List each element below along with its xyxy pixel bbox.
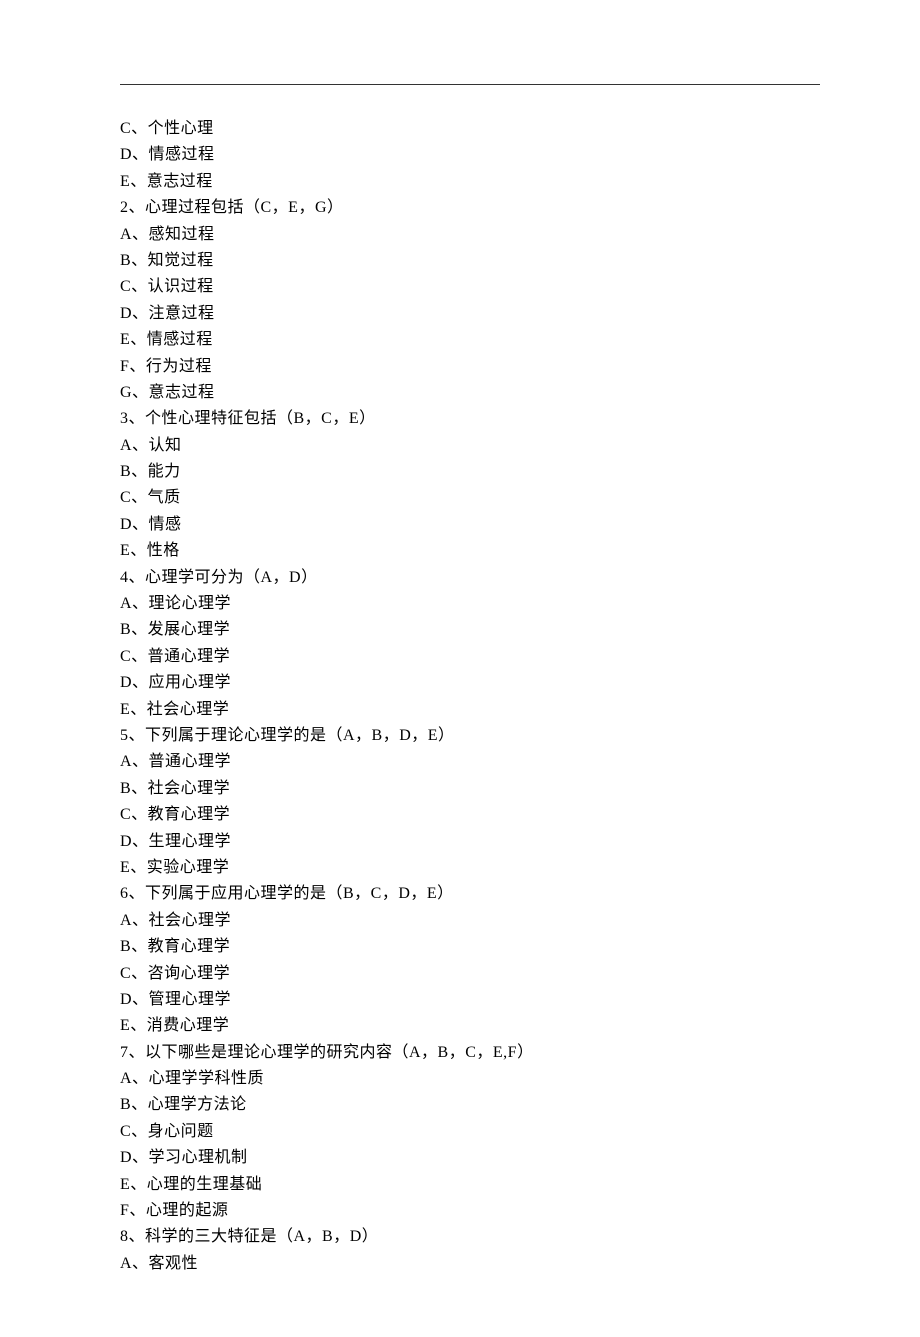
text-line: C、咨询心理学 xyxy=(120,961,800,987)
text-line: D、情感过程 xyxy=(120,142,800,168)
text-line: D、情感 xyxy=(120,512,800,538)
text-line: E、消费心理学 xyxy=(120,1013,800,1039)
text-line: B、能力 xyxy=(120,459,800,485)
text-line: 7、以下哪些是理论心理学的研究内容（A，B，C，E,F） xyxy=(120,1040,800,1066)
text-line: 6、下列属于应用心理学的是（B，C，D，E） xyxy=(120,881,800,907)
text-line: D、注意过程 xyxy=(120,301,800,327)
text-line: D、管理心理学 xyxy=(120,987,800,1013)
text-line: E、实验心理学 xyxy=(120,855,800,881)
text-line: C、认识过程 xyxy=(120,274,800,300)
text-line: G、意志过程 xyxy=(120,380,800,406)
text-line: E、意志过程 xyxy=(120,169,800,195)
text-line: C、气质 xyxy=(120,485,800,511)
header-rule xyxy=(120,84,820,85)
text-line: B、发展心理学 xyxy=(120,617,800,643)
text-line: B、知觉过程 xyxy=(120,248,800,274)
text-line: E、社会心理学 xyxy=(120,697,800,723)
text-line: C、身心问题 xyxy=(120,1119,800,1145)
text-line: E、情感过程 xyxy=(120,327,800,353)
text-line: E、心理的生理基础 xyxy=(120,1172,800,1198)
text-line: 3、个性心理特征包括（B，C，E） xyxy=(120,406,800,432)
text-line: 4、心理学可分为（A，D） xyxy=(120,565,800,591)
text-line: E、性格 xyxy=(120,538,800,564)
text-line: A、普通心理学 xyxy=(120,749,800,775)
text-line: 5、下列属于理论心理学的是（A，B，D，E） xyxy=(120,723,800,749)
text-line: A、客观性 xyxy=(120,1251,800,1277)
text-line: C、普通心理学 xyxy=(120,644,800,670)
text-line: A、理论心理学 xyxy=(120,591,800,617)
text-line: B、社会心理学 xyxy=(120,776,800,802)
text-line: F、行为过程 xyxy=(120,354,800,380)
text-line: A、感知过程 xyxy=(120,222,800,248)
body-text: C、个性心理 D、情感过程 E、意志过程 2、心理过程包括（C，E，G） A、感… xyxy=(120,116,800,1277)
text-line: D、学习心理机制 xyxy=(120,1145,800,1171)
text-line: D、生理心理学 xyxy=(120,829,800,855)
text-line: B、心理学方法论 xyxy=(120,1092,800,1118)
document-page: C、个性心理 D、情感过程 E、意志过程 2、心理过程包括（C，E，G） A、感… xyxy=(0,0,920,1337)
text-line: A、社会心理学 xyxy=(120,908,800,934)
text-line: F、心理的起源 xyxy=(120,1198,800,1224)
text-line: C、个性心理 xyxy=(120,116,800,142)
text-line: A、认知 xyxy=(120,433,800,459)
text-line: A、心理学学科性质 xyxy=(120,1066,800,1092)
text-line: D、应用心理学 xyxy=(120,670,800,696)
text-line: B、教育心理学 xyxy=(120,934,800,960)
text-line: C、教育心理学 xyxy=(120,802,800,828)
text-line: 8、科学的三大特征是（A，B，D） xyxy=(120,1224,800,1250)
text-line: 2、心理过程包括（C，E，G） xyxy=(120,195,800,221)
